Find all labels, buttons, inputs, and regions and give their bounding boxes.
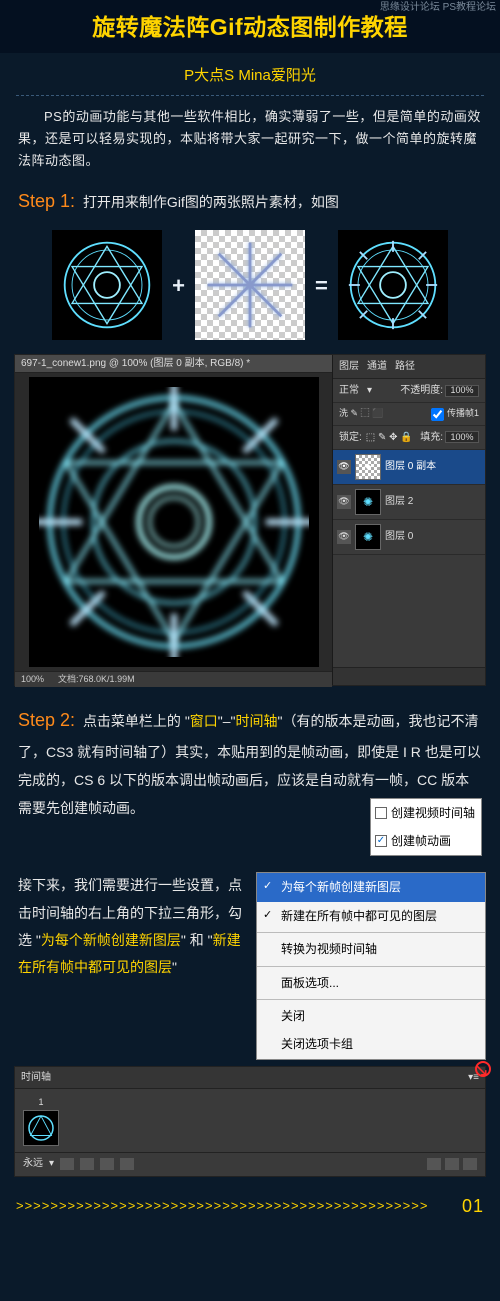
equals-operator: = [313,267,330,304]
lock-row: 锁定: ⬚ ✎ ✥ 🔒 填充: 100% [333,426,485,450]
layer-name: 图层 0 [385,528,413,545]
timeline-footer: 永远▾ [15,1152,485,1176]
chevrons-decoration: >>>>>>>>>>>>>>>>>>>>>>>>>>>>>>>>>>>>>>>>… [16,1195,458,1217]
visibility-icon[interactable]: 👁 [337,460,351,474]
layer-thumb-icon: ✦ [355,454,381,480]
intro-paragraph: PS的动画功能与其他一些软件相比，确实薄弱了一些，但是简单的动画效果，还是可以轻… [0,106,500,172]
loop-select[interactable]: 永远 [23,1155,43,1172]
step2-label: Step 2: [18,710,75,730]
step1-label: Step 1: [18,191,75,211]
combined-magic-icon [347,239,439,331]
duplicate-frame-icon[interactable] [445,1158,459,1170]
layer-thumb-icon: ✺ [355,524,381,550]
layer-name: 图层 2 [385,493,413,510]
tab-timeline[interactable]: 时间轴 [21,1069,51,1086]
menu-separator [257,999,485,1000]
layer-thumb-icon: ✺ [355,489,381,515]
tab-channels[interactable]: 通道 [367,358,387,375]
source-image-2 [195,230,305,340]
tab-paths[interactable]: 路径 [395,358,415,375]
blend-mode-select[interactable]: 正常 [339,382,359,399]
create-timeline-dropdown[interactable]: 创建视频时间轴 ✓创建帧动画 [370,798,482,856]
page-footer: >>>>>>>>>>>>>>>>>>>>>>>>>>>>>>>>>>>>>>>>… [0,1177,500,1242]
delete-frame-icon[interactable] [463,1158,477,1170]
timeline-frame-thumb[interactable] [23,1110,59,1146]
canvas-column: 697-1_conew1.png @ 100% (图层 0 副本, RGB/8)… [15,355,333,685]
opacity-label: 不透明度: [400,382,443,399]
layer-list: 👁 ✦ 图层 0 副本 👁 ✺ 图层 2 👁 ✺ 图层 0 [333,450,485,668]
page-subtitle: P大点S Mina爱阳光 [0,63,500,89]
zoom-level: 100% [21,672,44,687]
propagate-row: 洗 ✎ ⬚ ⬛ 传播帧1 [333,403,485,425]
menu-separator [257,932,485,933]
page-title: 旋转魔法阵Gif动态图制作教程 [0,8,500,47]
frame-number: 1 [23,1095,59,1110]
layer-item[interactable]: 👁 ✦ 图层 0 副本 [333,450,485,485]
timeline-context-menu[interactable]: 为每个新帧创建新图层 新建在所有帧中都可见的图层 转换为视频时间轴 面板选项..… [256,872,486,1059]
highlight-circle-icon [475,1061,491,1077]
timeline-tabs: 时间轴 ▾≡ [15,1067,485,1089]
watermark-top-right: 思缘设计论坛 PS教程论坛 [380,2,496,13]
bottom-section: 接下来，我们需要进行一些设置，点击时间轴的右上角的下拉三角形，勾选 "为每个新帧… [0,860,500,1059]
photoshop-window: 697-1_conew1.png @ 100% (图层 0 副本, RGB/8)… [14,354,486,686]
canvas-magic-circle-icon [39,387,309,657]
canvas-area [15,373,332,671]
step1-text: 打开用来制作Gif图的两张照片素材，如图 [83,194,339,210]
panel-tabs: 图层 通道 路径 [333,355,485,379]
menu-separator [257,966,485,967]
timeline-panel: ↘ 时间轴 ▾≡ 1 永远▾ [14,1066,486,1177]
bottom-text: 接下来，我们需要进行一些设置，点击时间轴的右上角的下拉三角形，勾选 "为每个新帧… [18,872,248,1059]
next-frame-icon[interactable] [120,1158,134,1170]
canvas [29,377,319,667]
first-frame-icon[interactable] [60,1158,74,1170]
menu-item-close-tab-group[interactable]: 关闭选项卡组 [257,1030,485,1058]
menu-item-new-layer-per-frame[interactable]: 为每个新帧创建新图层 [257,873,485,901]
fill-input[interactable]: 100% [445,431,479,443]
page-number: 01 [462,1191,484,1222]
source-image-1 [52,230,162,340]
play-icon[interactable] [100,1158,114,1170]
step1-heading: Step 1: 打开用来制作Gif图的两张照片素材，如图 [0,186,500,217]
menu-item-panel-options[interactable]: 面板选项... [257,969,485,997]
divider [16,95,484,96]
panel-footer [333,667,485,685]
plus-operator: + [170,267,187,304]
prev-frame-icon[interactable] [80,1158,94,1170]
checkbox-icon: ✓ [375,835,387,847]
lock-label: 锁定: [339,429,362,446]
menu-item-visible-all-frames[interactable]: 新建在所有帧中都可见的图层 [257,902,485,930]
visibility-icon[interactable]: 👁 [337,530,351,544]
menu-item-close[interactable]: 关闭 [257,1002,485,1030]
result-image [338,230,448,340]
tween-icon[interactable] [427,1158,441,1170]
opacity-input[interactable]: 100% [445,385,479,397]
document-titlebar: 697-1_conew1.png @ 100% (图层 0 副本, RGB/8)… [15,355,332,373]
doc-size: 文档:768.0K/1.99M [58,672,135,687]
blend-mode-row: 正常 ▾ 不透明度: 100% [333,379,485,403]
source-images-row: + = [0,226,500,354]
swords-icon [204,239,296,331]
checkbox-icon [375,807,387,819]
tab-layers[interactable]: 图层 [339,358,359,375]
magic-circle-icon [61,239,153,331]
layers-panel: 图层 通道 路径 正常 ▾ 不透明度: 100% 洗 ✎ ⬚ ⬛ 传播帧1 锁定… [333,355,485,685]
menu-item-convert-video-timeline[interactable]: 转换为视频时间轴 [257,935,485,963]
status-bar: 100% 文档:768.0K/1.99M [15,671,332,687]
timeline-frames: 1 [15,1089,485,1152]
layer-item[interactable]: 👁 ✺ 图层 0 [333,520,485,555]
visibility-icon[interactable]: 👁 [337,495,351,509]
step2-paragraph: Step 2: 点击菜单栏上的 "窗口"–"时间轴"（有的版本是动画，我也记不清… [0,702,500,822]
layer-item[interactable]: 👁 ✺ 图层 2 [333,485,485,520]
fill-label: 填充: [420,429,443,446]
layer-name: 图层 0 副本 [385,458,436,475]
